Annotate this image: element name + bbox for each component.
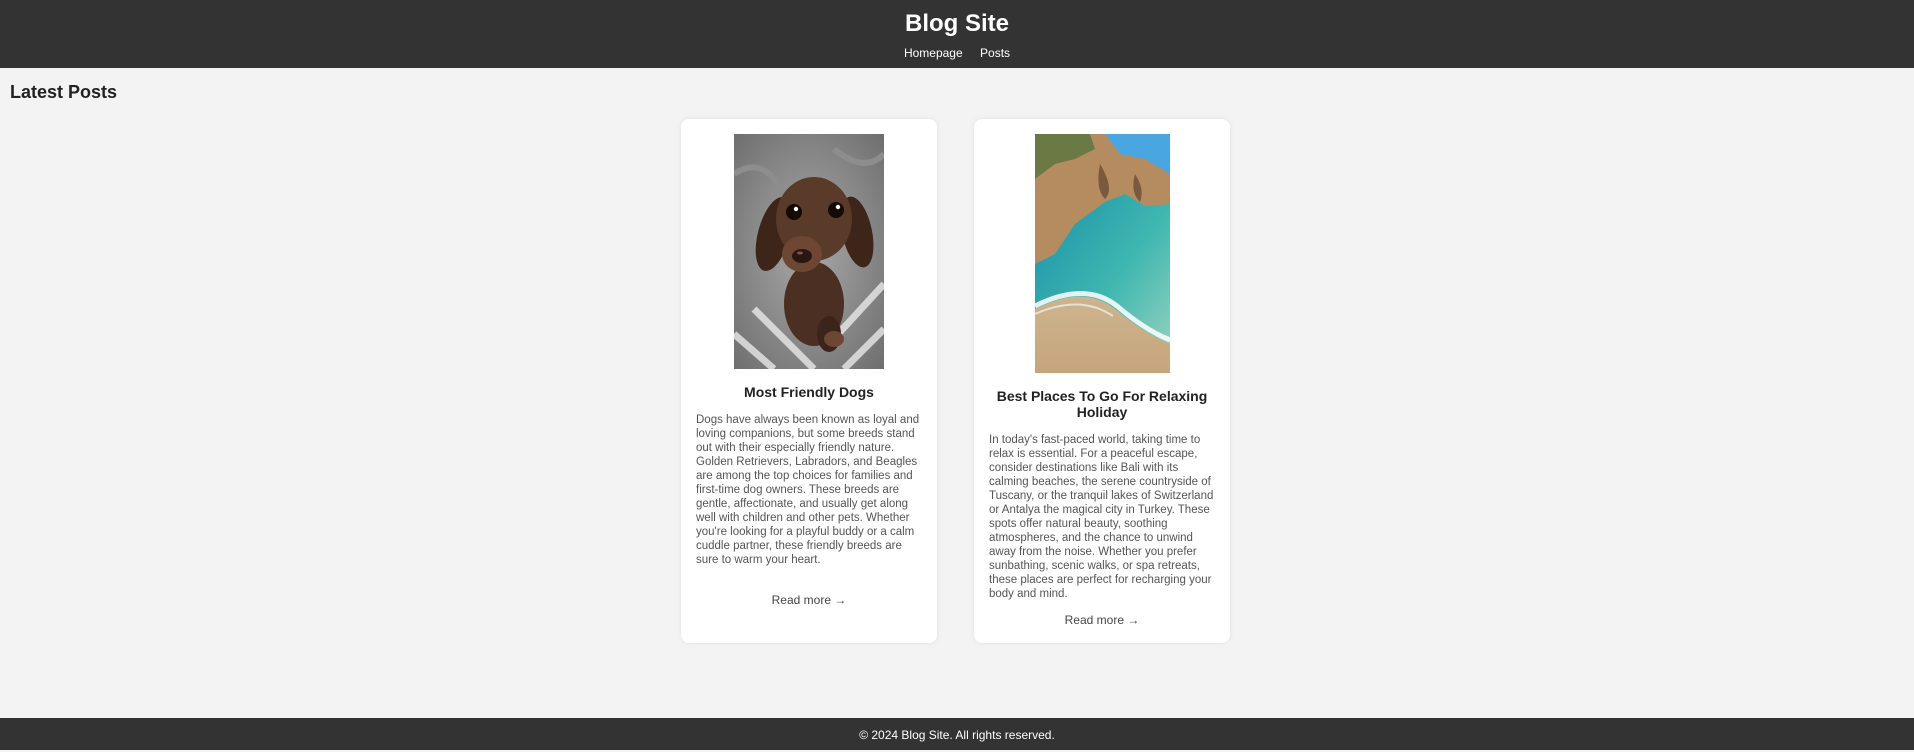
site-header: Blog Site Homepage Posts [0,0,1914,68]
read-more-link[interactable]: Read more → [681,593,937,607]
nav-link-homepage[interactable]: Homepage [904,46,963,60]
main-nav: Homepage Posts [0,46,1914,60]
read-more-link[interactable]: Read more → [974,613,1230,627]
post-image-beach-cliff [1034,134,1170,373]
post-title: Most Friendly Dogs [744,384,874,400]
post-excerpt: Dogs have always been known as loyal and… [696,414,920,566]
post-excerpt: In today's fast-paced world, taking time… [989,434,1214,600]
section-title: Latest Posts [10,82,118,102]
site-footer: © 2024 Blog Site. All rights reserved. [0,718,1914,750]
post-image-dachshund-puppy [734,134,884,369]
footer-copyright: © 2024 Blog Site. All rights reserved. [859,728,1055,742]
post-card: Best Places To Go For Relaxing Holiday I… [974,119,1230,643]
nav-link-posts[interactable]: Posts [980,46,1010,60]
post-title: Best Places To Go For Relaxing Holiday [996,388,1208,420]
site-title: Blog Site [904,10,1009,37]
post-card: Most Friendly Dogs Dogs have always been… [681,119,937,643]
